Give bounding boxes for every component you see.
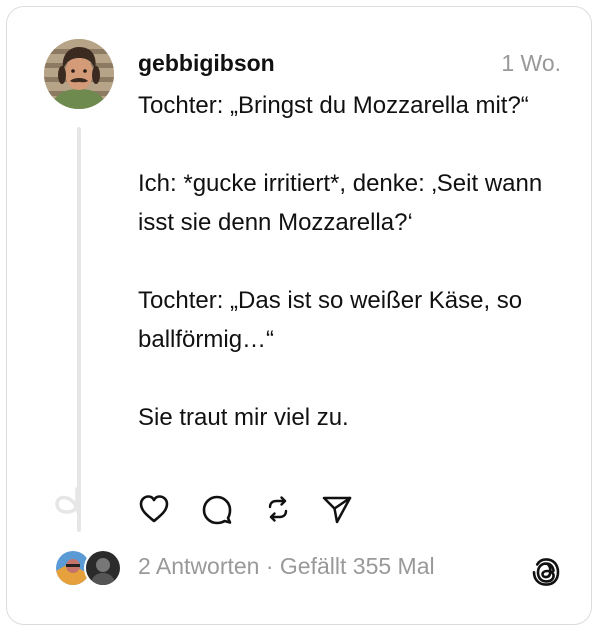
- comment-icon: [202, 495, 232, 525]
- post-text: Tochter: „Bringst du Mozzarella mit?“ Ic…: [138, 86, 568, 437]
- likes-count[interactable]: Gefällt 355 Mal: [280, 553, 435, 579]
- like-button[interactable]: [137, 492, 171, 526]
- share-button[interactable]: [320, 492, 354, 526]
- post-stats: 2 Antworten · Gefällt 355 Mal: [138, 550, 435, 582]
- reply-avatar-image: [86, 551, 120, 585]
- post-paragraph: Sie traut mir viel zu.: [138, 404, 349, 431]
- heart-icon: [139, 495, 169, 523]
- post-card: gebbigibson 1 Wo. Tochter: „Bringst du M…: [6, 6, 592, 625]
- post-paragraph: Tochter: „Bringst du Mozzarella mit?“: [138, 92, 529, 119]
- timestamp: 1 Wo.: [501, 50, 561, 76]
- post-paragraph: Tochter: „Das ist so weißer Käse, so bal…: [138, 287, 523, 353]
- avatar[interactable]: [44, 39, 114, 109]
- reply-avatar: [84, 549, 122, 587]
- replies-count[interactable]: 2 Antworten: [138, 553, 259, 579]
- post-paragraph: Ich: *gucke irritiert*, denke: ‚Seit wan…: [138, 170, 543, 236]
- thread-loop-icon: [55, 487, 81, 517]
- repost-button[interactable]: [261, 492, 295, 526]
- stats-separator: ·: [259, 553, 280, 579]
- reply-avatars[interactable]: [54, 549, 126, 587]
- reply-button[interactable]: [200, 492, 234, 526]
- thread-line: [77, 127, 81, 532]
- username[interactable]: gebbigibson: [138, 47, 275, 79]
- threads-logo-icon[interactable]: [529, 555, 563, 589]
- avatar-image: [44, 39, 114, 109]
- send-icon: [322, 496, 352, 524]
- repost-icon: [268, 496, 288, 522]
